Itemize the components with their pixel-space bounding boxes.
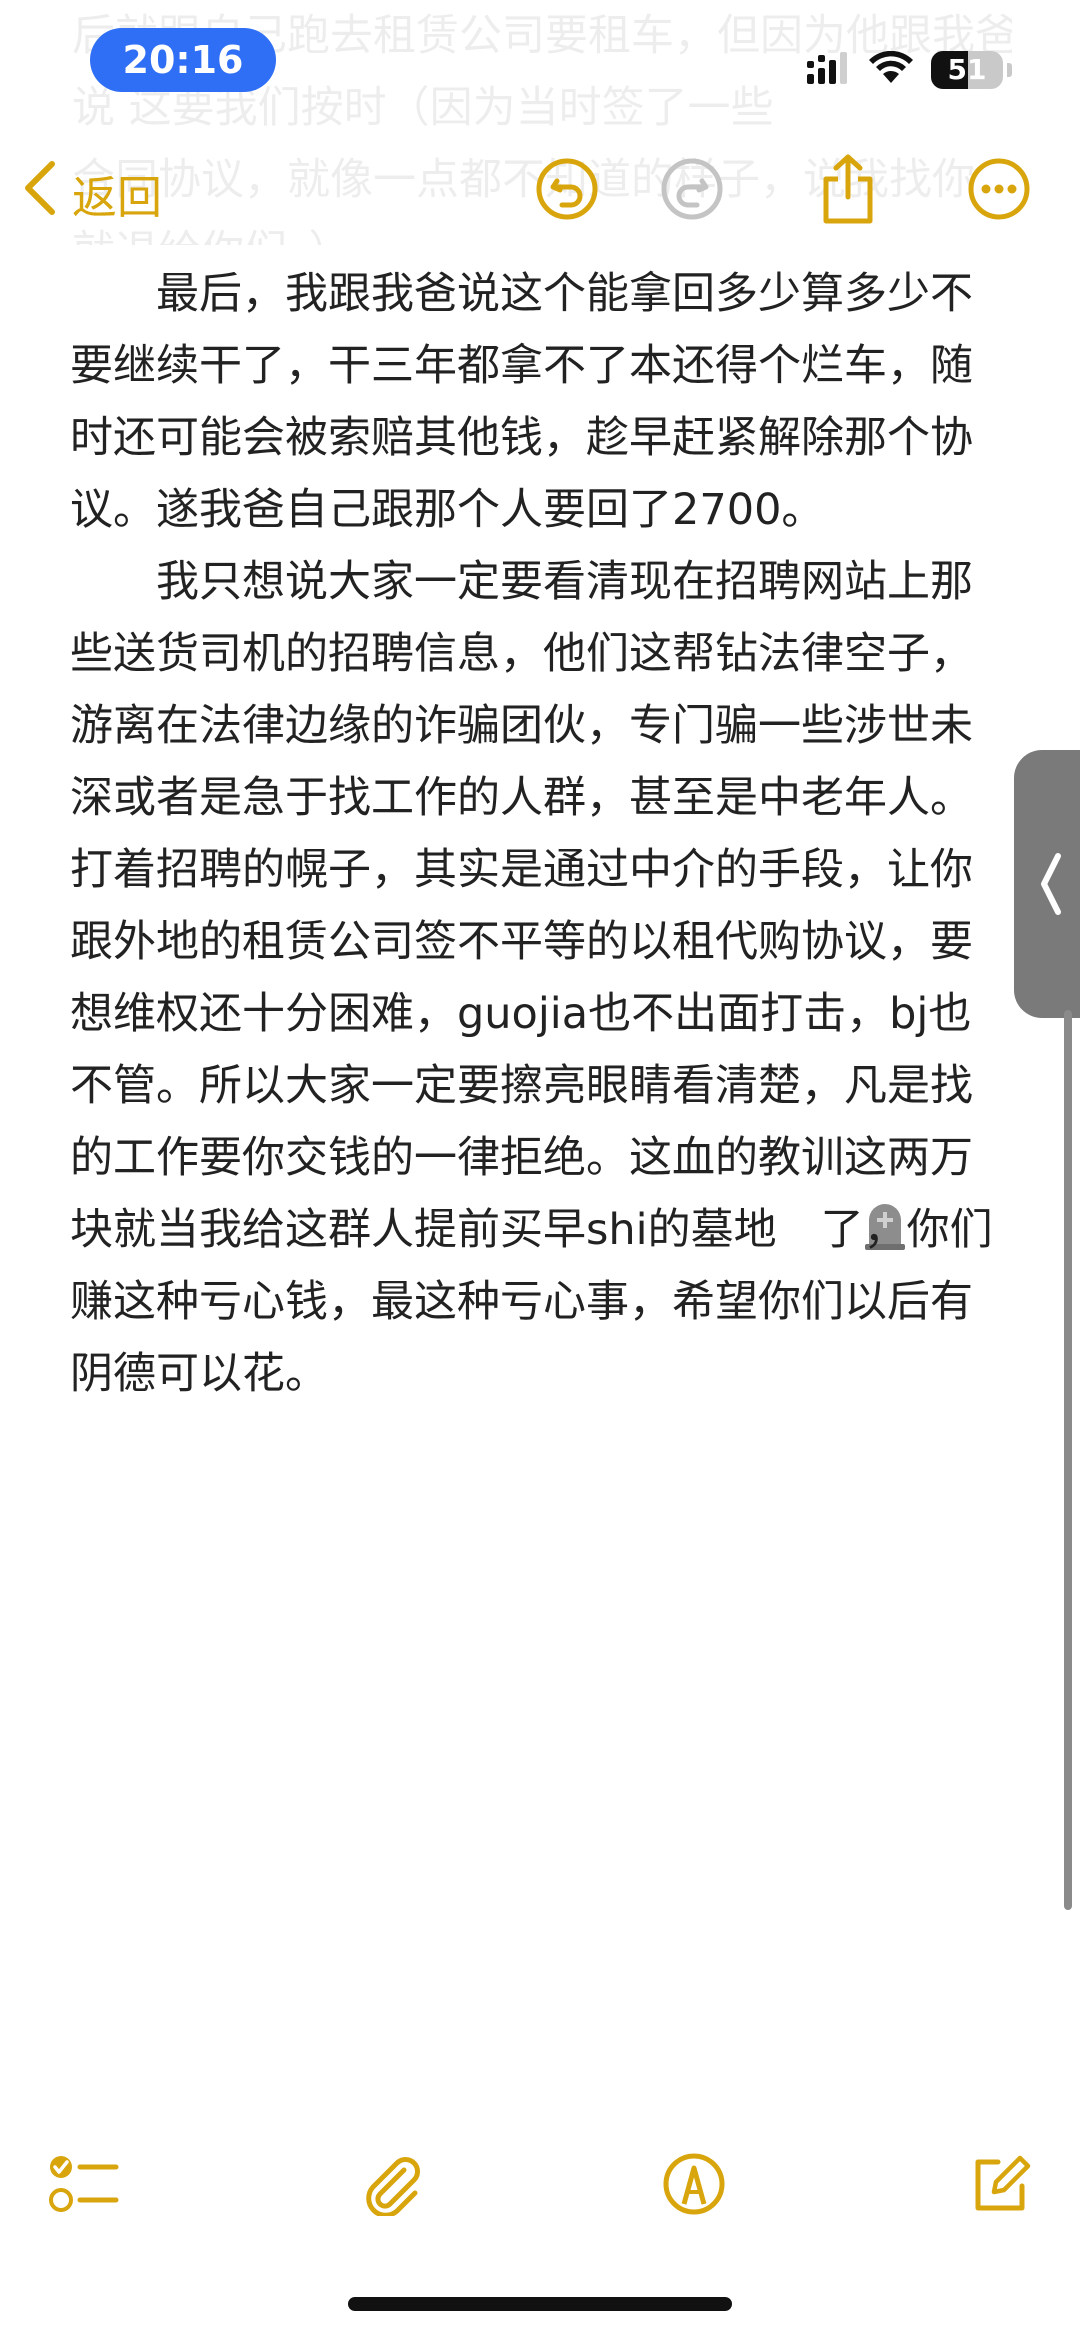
- note-paragraph: 最后，我跟我爸说这个能拿回多少算多少不要继续干了，干三年都拿不了本还得个烂车，随…: [70, 258, 1010, 546]
- compose-icon: [968, 2152, 1032, 2220]
- paperclip-icon: [360, 2152, 424, 2220]
- battery-indicator: 51: [931, 51, 1003, 89]
- cellular-signal-icon: [807, 52, 851, 88]
- note-text: 最后，我跟我爸说这个能拿回多少算多少不要继续干了，干三年都拿不了本还得个烂车，随…: [70, 269, 973, 535]
- back-label: 返回: [72, 170, 163, 224]
- markup-button[interactable]: [654, 2146, 734, 2226]
- redo-icon: [660, 157, 724, 225]
- note-paragraph: 我只想说大家一定要看清现在招聘网站上那些送货司机的招聘信息，他们这帮钻法律空子，…: [70, 546, 1010, 1410]
- wifi-icon: [869, 50, 913, 89]
- redo-button[interactable]: [656, 155, 728, 227]
- checklist-icon: [48, 2152, 120, 2220]
- back-button[interactable]: 返回: [22, 158, 162, 228]
- side-panel-handle[interactable]: [1014, 750, 1080, 1018]
- more-button[interactable]: [963, 155, 1035, 227]
- undo-button[interactable]: [531, 155, 603, 227]
- scrollbar[interactable]: [1064, 1010, 1072, 1910]
- headstone-icon: [777, 1200, 905, 1250]
- attachment-button[interactable]: [352, 2146, 432, 2226]
- chevron-left-icon: [22, 160, 58, 227]
- compose-button[interactable]: [960, 2146, 1040, 2226]
- note-text: 我只想说大家一定要看清现在招聘网站上那些送货司机的招聘信息，他们这帮钻法律空子，…: [70, 557, 973, 1255]
- battery-level-text: 51: [947, 53, 987, 86]
- note-body[interactable]: 最后，我跟我爸说这个能拿回多少算多少不要继续干了，干三年都拿不了本还得个烂车，随…: [70, 258, 1010, 1410]
- markup-pen-icon: [662, 2152, 726, 2220]
- battery-tip: [1007, 63, 1012, 77]
- home-indicator[interactable]: [348, 2297, 732, 2311]
- chevron-left-icon: [1038, 852, 1064, 920]
- notes-screen: 后就跟自己跑去租赁公司要租车，但因为他跟我爸 说 这要我们按时（因为当时签了一些…: [0, 0, 1080, 2337]
- share-icon: [816, 153, 880, 229]
- more-icon: [967, 157, 1031, 225]
- undo-icon: [535, 157, 599, 225]
- status-icons: 51: [807, 48, 1012, 92]
- status-time: 20:16: [90, 28, 276, 92]
- checklist-button[interactable]: [44, 2146, 124, 2226]
- share-button[interactable]: [812, 153, 884, 229]
